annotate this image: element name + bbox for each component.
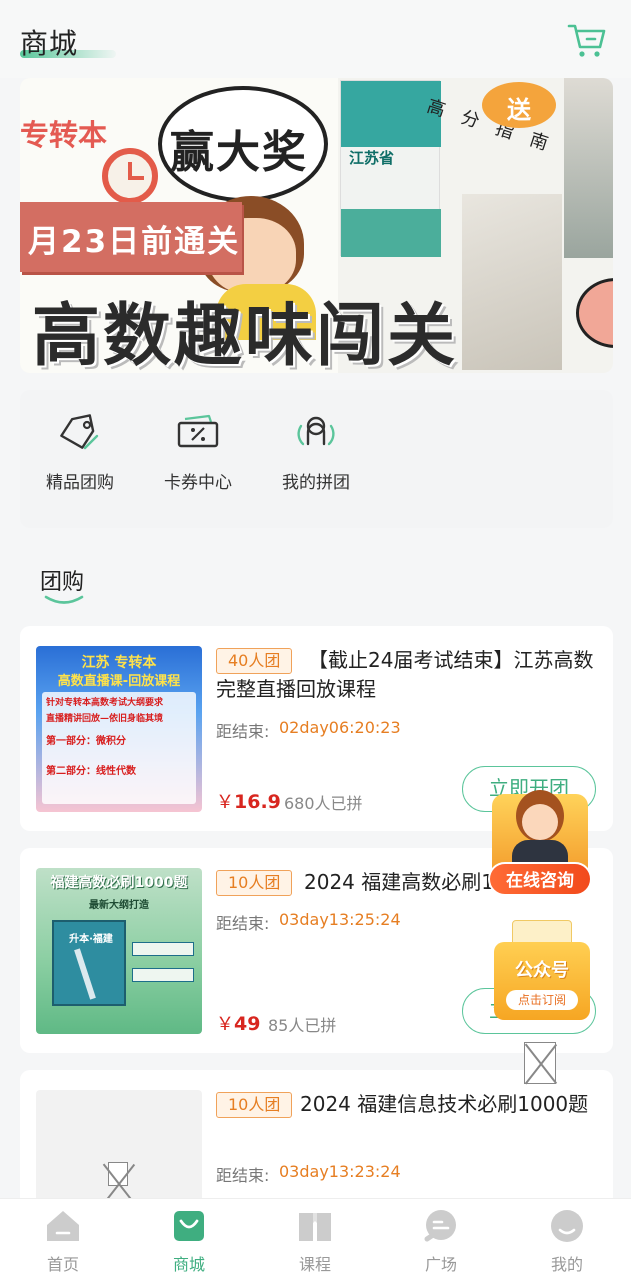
agent-avatar-face [522, 804, 558, 840]
thumb-book: 升本·福建 [52, 920, 126, 1006]
book-cover-title: 江苏省 [349, 149, 395, 167]
gzh-title: 公众号 [515, 960, 569, 981]
promo-banner[interactable]: 专转本 赢大奖 月23日前通关 高数趣味闯关 江苏省 高分指南 送 [20, 78, 613, 373]
tab-courses[interactable]: 课程 [265, 1209, 365, 1275]
banner-photo-open-book [462, 194, 562, 370]
group-icon [297, 416, 335, 446]
quick-action-label: 我的拼团 [282, 473, 350, 493]
top-header: 商城 [0, 0, 631, 78]
banner-bubble-text: 赢大奖 [170, 127, 308, 178]
product-thumbnail: 福建高数必刷1000题 最新大纲打造 升本·福建 [36, 868, 202, 1034]
countdown-value: 03day13:25:24 [279, 910, 401, 929]
countdown-value: 02day06:20:23 [279, 718, 401, 737]
tab-label: 广场 [424, 1255, 457, 1274]
consult-label: 在线咨询 [488, 862, 592, 896]
profile-icon [551, 1210, 583, 1242]
quick-action-group-buy[interactable]: 精品团购 [20, 414, 140, 494]
banner-book-cover: 江苏省 [340, 80, 441, 257]
tab-plaza[interactable]: 广场 [391, 1209, 491, 1275]
thumb-title: 福建高数必刷1000题 [50, 875, 188, 891]
countdown-label: 距结束: [216, 1166, 270, 1185]
sold-count: 85人已拼 [268, 1016, 337, 1035]
countdown-label: 距结束: [216, 914, 270, 933]
banner-corner-text: 专转本 [20, 118, 108, 152]
bottom-tab-bar: 首页 商城 课程 广场 我的 [0, 1198, 631, 1280]
broken-image-icon [108, 1162, 128, 1186]
thumb-line: 第二部分：线性代数 [46, 766, 136, 777]
thumb-subtitle: 最新大纲打造 [89, 900, 149, 911]
quick-actions-card: 精品团购 卡券中心 我的拼团 [20, 390, 613, 528]
thumb-line: 第一部分：微积分 [46, 736, 126, 747]
gzh-subscribe: 点击订阅 [506, 990, 578, 1010]
countdown-value: 03day13:23:24 [279, 1162, 401, 1181]
thumb-line: 直播精讲回放—依旧身临其境 [46, 714, 164, 724]
group-size-tag: 40人团 [216, 648, 293, 674]
tab-home[interactable]: 首页 [13, 1209, 113, 1275]
quick-action-coupons[interactable]: 卡券中心 [138, 414, 258, 494]
tab-label: 首页 [46, 1255, 79, 1274]
section-title-underline [44, 595, 84, 604]
tag-icon [60, 414, 99, 450]
countdown-label: 距结束: [216, 722, 270, 741]
thumb-title: 江苏 专转本 [81, 655, 157, 671]
quick-action-my-group[interactable]: 我的拼团 [256, 414, 376, 494]
product-price: ￥49 [216, 1013, 261, 1035]
chat-icon [424, 1210, 456, 1242]
book-cover-band [341, 209, 441, 257]
banner-date-label: 月23日前通关 [20, 202, 242, 272]
banner-speech-decoration [576, 278, 613, 348]
alarm-clock-icon [102, 148, 158, 204]
sold-count: 680人已拼 [284, 794, 363, 813]
online-consult-widget[interactable]: 在线咨询 [488, 786, 592, 898]
tab-label: 我的 [550, 1255, 583, 1274]
tab-mine[interactable]: 我的 [517, 1209, 617, 1275]
page-title: 商城 [20, 27, 79, 60]
thumb-line: 针对专转本高数考试大纲要求 [46, 698, 164, 708]
thumb-subtitle: 高数直播课-回放课程 [57, 674, 181, 689]
section-title: 团购 [40, 570, 85, 595]
group-size-tag: 10人团 [216, 1092, 293, 1118]
home-icon [47, 1211, 79, 1241]
group-size-tag: 10人团 [216, 870, 293, 896]
banner-gift-badge: 送 [482, 82, 556, 128]
tab-label: 商城 [172, 1255, 205, 1274]
broken-image-icon [524, 1042, 556, 1084]
tab-shop[interactable]: 商城 [139, 1209, 239, 1275]
tab-label: 课程 [298, 1255, 331, 1274]
coupon-icon [177, 414, 219, 448]
banner-main-title: 高数趣味闯关 [32, 297, 459, 373]
shop-bag-icon [174, 1211, 204, 1241]
product-price: ￥16.9 [216, 791, 281, 813]
quick-action-label: 精品团购 [46, 473, 114, 493]
cart-icon[interactable] [566, 20, 608, 60]
product-title: 2024 福建高数必刷1000题 [304, 870, 494, 894]
official-account-widget[interactable]: 公众号 点击订阅 [492, 916, 592, 1020]
banner-photo-stack [564, 78, 613, 258]
product-thumbnail: 江苏 专转本 高数直播课-回放课程 针对专转本高数考试大纲要求 直播精讲回放—依… [36, 646, 202, 812]
agent-avatar-suit [512, 840, 568, 864]
book-icon [299, 1213, 331, 1241]
quick-action-label: 卡券中心 [164, 473, 232, 493]
